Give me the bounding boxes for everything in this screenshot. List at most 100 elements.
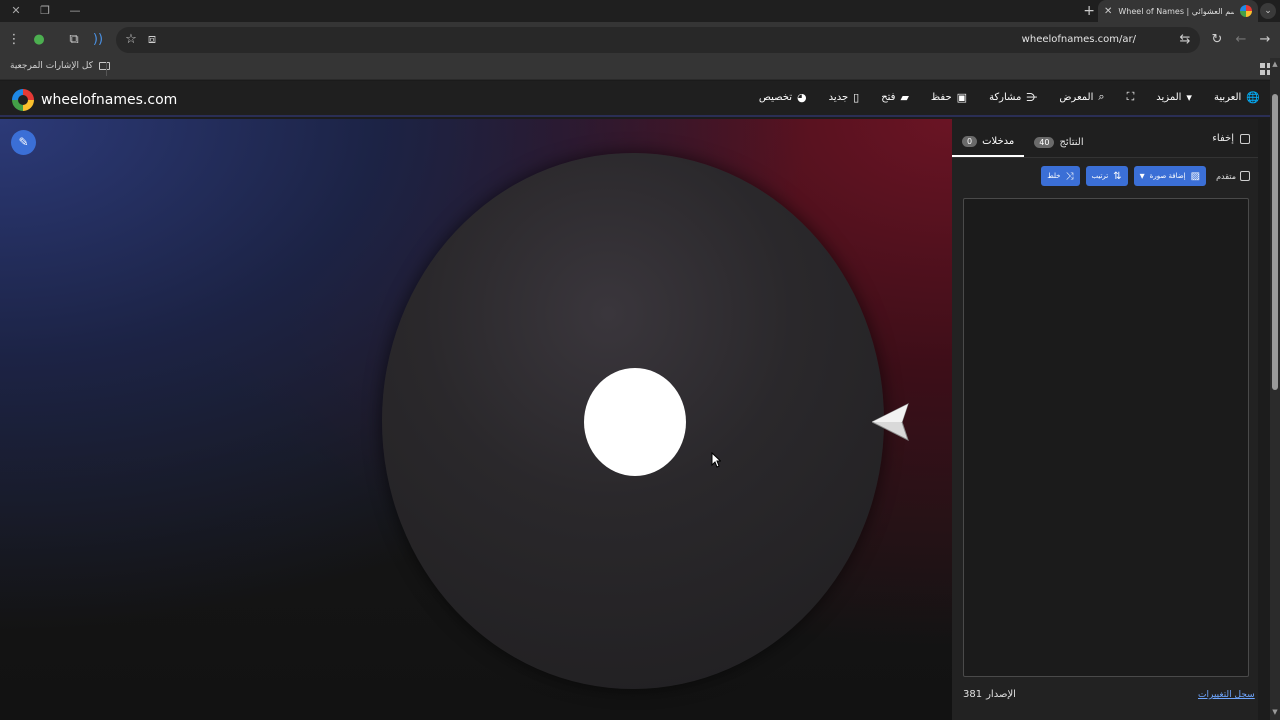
advanced-toggle[interactable]: متقدم	[1216, 171, 1250, 181]
wheel-pointer-icon	[872, 403, 909, 441]
all-bookmarks-button[interactable]: كل الإشارات المرجعية	[10, 61, 110, 71]
all-bookmarks-label: كل الإشارات المرجعية	[10, 61, 93, 71]
advanced-checkbox[interactable]	[1240, 171, 1250, 181]
shuffle-button[interactable]: ⤨ خلط	[1041, 166, 1080, 186]
mouse-cursor-icon	[711, 452, 721, 468]
customize-button[interactable]: ◕ تخصيص	[759, 90, 807, 104]
sort-label: ترتيب	[1091, 172, 1109, 180]
add-image-label: إضافة صورة	[1149, 172, 1186, 180]
hide-label: إخفاء	[1212, 133, 1234, 144]
version-label: الإصدار	[986, 689, 1016, 700]
hide-toggle[interactable]: إخفاء	[1212, 133, 1250, 144]
language-menu[interactable]: 🌐 العربية	[1214, 90, 1260, 104]
extension-icon[interactable]: ●	[30, 31, 48, 49]
results-count-badge: 40	[1034, 136, 1055, 148]
address-bar[interactable]: ☆ ⧈ wheelofnames.com/ar/ ⇆	[116, 27, 1200, 53]
tab-entries[interactable]: مدخلات 0	[952, 127, 1025, 157]
window-close-icon[interactable]: ✕	[8, 3, 24, 19]
gallery-label: المعرض	[1059, 91, 1094, 103]
fullscreen-icon: ⛶	[1126, 90, 1135, 103]
caret-down-icon: ▾	[1186, 90, 1192, 104]
changelog-link[interactable]: سجل التغييرات	[1198, 690, 1255, 700]
customize-label: تخصيص	[758, 91, 793, 103]
window-minimize-icon[interactable]: —	[67, 3, 83, 19]
more-menu[interactable]: ▾ المزيد	[1156, 90, 1192, 104]
browser-tab-bar: ✕ ❐ — + ✕ Wheel of Names | عجلة الاسم ال…	[0, 0, 1280, 22]
globe-icon: 🌐	[1246, 90, 1260, 104]
shuffle-label: خلط	[1047, 172, 1061, 180]
entries-textarea[interactable]	[963, 198, 1249, 677]
share-label: مشاركة	[989, 91, 1022, 103]
back-arrow-icon[interactable]: ←	[1232, 31, 1250, 49]
entries-panel: إخفاء مدخلات 0 النتائج 40 متقدم ▨ إضافة …	[952, 119, 1258, 720]
tab-favicon-icon	[1240, 5, 1252, 17]
scroll-thumb[interactable]	[1272, 94, 1278, 390]
wheel-center-hub[interactable]	[584, 368, 686, 476]
palette-icon: ◕	[797, 90, 807, 104]
new-label: جديد	[828, 91, 849, 103]
window-restore-icon[interactable]: ❐	[37, 3, 53, 19]
entries-controls: متقدم ▨ إضافة صورة ▾ ⇅ ترتيب ⤨ خلط	[1041, 166, 1250, 186]
results-tab-label: النتائج	[1059, 136, 1084, 148]
tab-search-chevron-icon[interactable]: ⌄	[1260, 3, 1276, 19]
folder-icon	[98, 62, 110, 70]
browser-menu-icon[interactable]: ⋮	[5, 31, 23, 49]
app-header: wheelofnames.com 🌐 العربية ▾ المزيد ⛶ ⌕ …	[0, 81, 1270, 117]
bookmarks-divider	[106, 62, 107, 76]
shuffle-icon: ⤨	[1065, 170, 1074, 182]
extensions-puzzle-icon[interactable]: ⧉	[65, 31, 83, 49]
add-image-button[interactable]: ▨ إضافة صورة ▾	[1133, 166, 1207, 186]
wheel-stage: ✎	[0, 119, 952, 720]
wheel-logo-icon	[12, 89, 34, 111]
page-scrollbar[interactable]: ▲ ▼	[1270, 58, 1280, 720]
gallery-button[interactable]: ⌕ المعرض	[1059, 90, 1104, 104]
bookmark-star-icon[interactable]: ☆	[122, 31, 140, 49]
tab-close-icon[interactable]: ✕	[1104, 6, 1112, 17]
save-label: حفظ	[930, 91, 952, 103]
fullscreen-button[interactable]: ⛶	[1127, 90, 1135, 104]
folder-open-icon: ▰	[900, 90, 909, 104]
audio-extension-icon[interactable]: ))	[89, 31, 107, 49]
share-button[interactable]: ⋲ مشاركة	[989, 90, 1037, 104]
search-icon: ⌕	[1098, 90, 1105, 103]
version-info: الإصدار 381	[963, 689, 1016, 700]
site-settings-icon[interactable]: ⇆	[1176, 31, 1194, 49]
browser-tab[interactable]: ✕ Wheel of Names | عجلة الاسم العشوائي	[1098, 0, 1258, 22]
image-icon: ▨	[1190, 170, 1201, 182]
share-icon: ⋲	[1026, 90, 1038, 104]
reload-icon[interactable]: ↻	[1208, 31, 1226, 49]
install-app-icon[interactable]: ⧈	[143, 31, 161, 49]
panel-tabs: مدخلات 0 النتائج 40	[952, 127, 1094, 157]
new-button[interactable]: ▯ جديد	[829, 90, 860, 104]
bookmarks-bar: كل الإشارات المرجعية	[0, 58, 1280, 80]
main-menu: 🌐 العربية ▾ المزيد ⛶ ⌕ المعرض ⋲ مشاركة ▣…	[759, 90, 1260, 104]
language-label: العربية	[1213, 91, 1242, 103]
save-icon: ▣	[956, 90, 968, 104]
brand-name: wheelofnames.com	[41, 92, 178, 108]
edit-pencil-button[interactable]: ✎	[11, 130, 36, 155]
entries-tab-label: مدخلات	[982, 135, 1015, 147]
page: wheelofnames.com 🌐 العربية ▾ المزيد ⛶ ⌕ …	[0, 81, 1270, 720]
browser-toolbar: ⋮ ● ⧉ )) ☆ ⧈ wheelofnames.com/ar/ ⇆ ↻ ← …	[0, 22, 1280, 58]
entries-count-badge: 0	[962, 135, 978, 147]
hide-checkbox[interactable]	[1240, 133, 1250, 144]
entries-tab-content: متقدم ▨ إضافة صورة ▾ ⇅ ترتيب ⤨ خلط الإصد…	[952, 157, 1258, 720]
brand-link[interactable]: wheelofnames.com	[12, 89, 177, 111]
scroll-up-arrow-icon[interactable]: ▲	[1271, 60, 1279, 70]
forward-arrow-icon[interactable]: →	[1256, 31, 1274, 49]
new-tab-button[interactable]: +	[1083, 3, 1095, 19]
tab-title: Wheel of Names | عجلة الاسم العشوائي	[1118, 6, 1234, 16]
save-button[interactable]: ▣ حفظ	[931, 90, 967, 104]
scroll-down-arrow-icon[interactable]: ▼	[1271, 708, 1279, 718]
sort-button[interactable]: ⇅ ترتيب	[1085, 166, 1128, 186]
caret-down-icon: ▾	[1139, 170, 1145, 182]
version-number: 381	[963, 689, 983, 700]
open-label: فتح	[881, 91, 896, 103]
sort-icon: ⇅	[1113, 170, 1122, 182]
url-text[interactable]: wheelofnames.com/ar/	[1022, 34, 1136, 45]
advanced-label: متقدم	[1216, 171, 1236, 181]
tab-results[interactable]: النتائج 40	[1024, 127, 1093, 157]
more-label: المزيد	[1156, 91, 1182, 103]
file-icon: ▯	[853, 90, 860, 104]
open-button[interactable]: ▰ فتح	[881, 90, 909, 104]
